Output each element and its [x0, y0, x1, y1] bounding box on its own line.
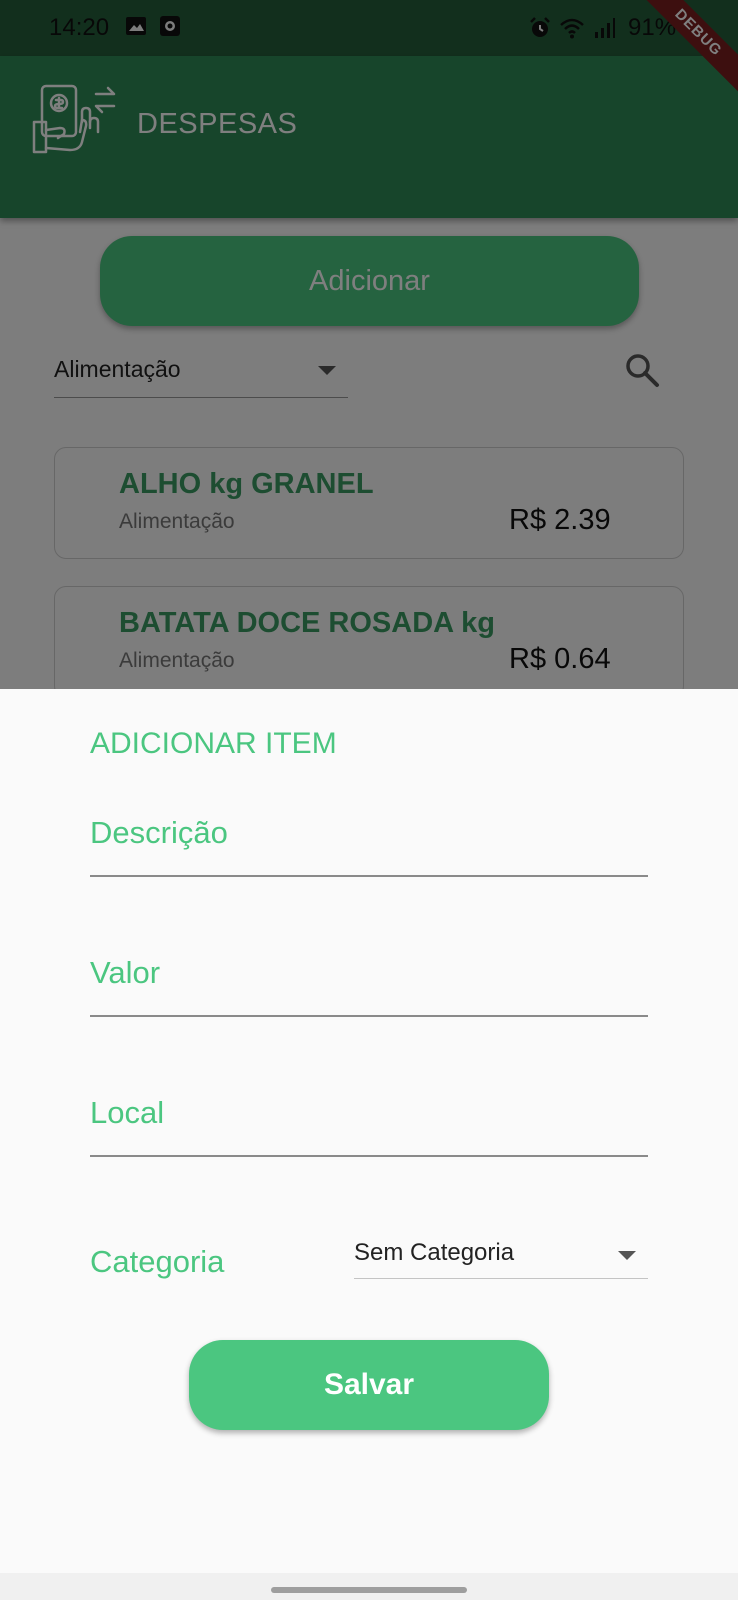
value-label: Valor [90, 955, 161, 990]
category-select[interactable]: Sem Categoria [354, 1229, 648, 1279]
modal-scrim[interactable] [0, 0, 738, 689]
value-field[interactable]: Valor [90, 941, 648, 1017]
category-select-value: Sem Categoria [354, 1239, 515, 1266]
sheet-title: ADICIONAR ITEM [90, 727, 337, 760]
save-button[interactable]: Salvar [189, 1340, 549, 1430]
expenses-screen: 14:20 91% DESPESAS DEBUG Adicionar [0, 0, 738, 1600]
location-field[interactable]: Local [90, 1081, 648, 1157]
location-label: Local [90, 1095, 165, 1130]
system-nav-bar [0, 1573, 738, 1600]
home-indicator[interactable] [271, 1587, 467, 1593]
chevron-down-icon [618, 1251, 636, 1260]
description-label: Descrição [90, 815, 228, 850]
category-label: Categoria [90, 1244, 225, 1279]
description-field[interactable]: Descrição [90, 801, 648, 877]
add-item-sheet: ADICIONAR ITEM Descrição Valor Local Cat… [0, 689, 738, 1573]
